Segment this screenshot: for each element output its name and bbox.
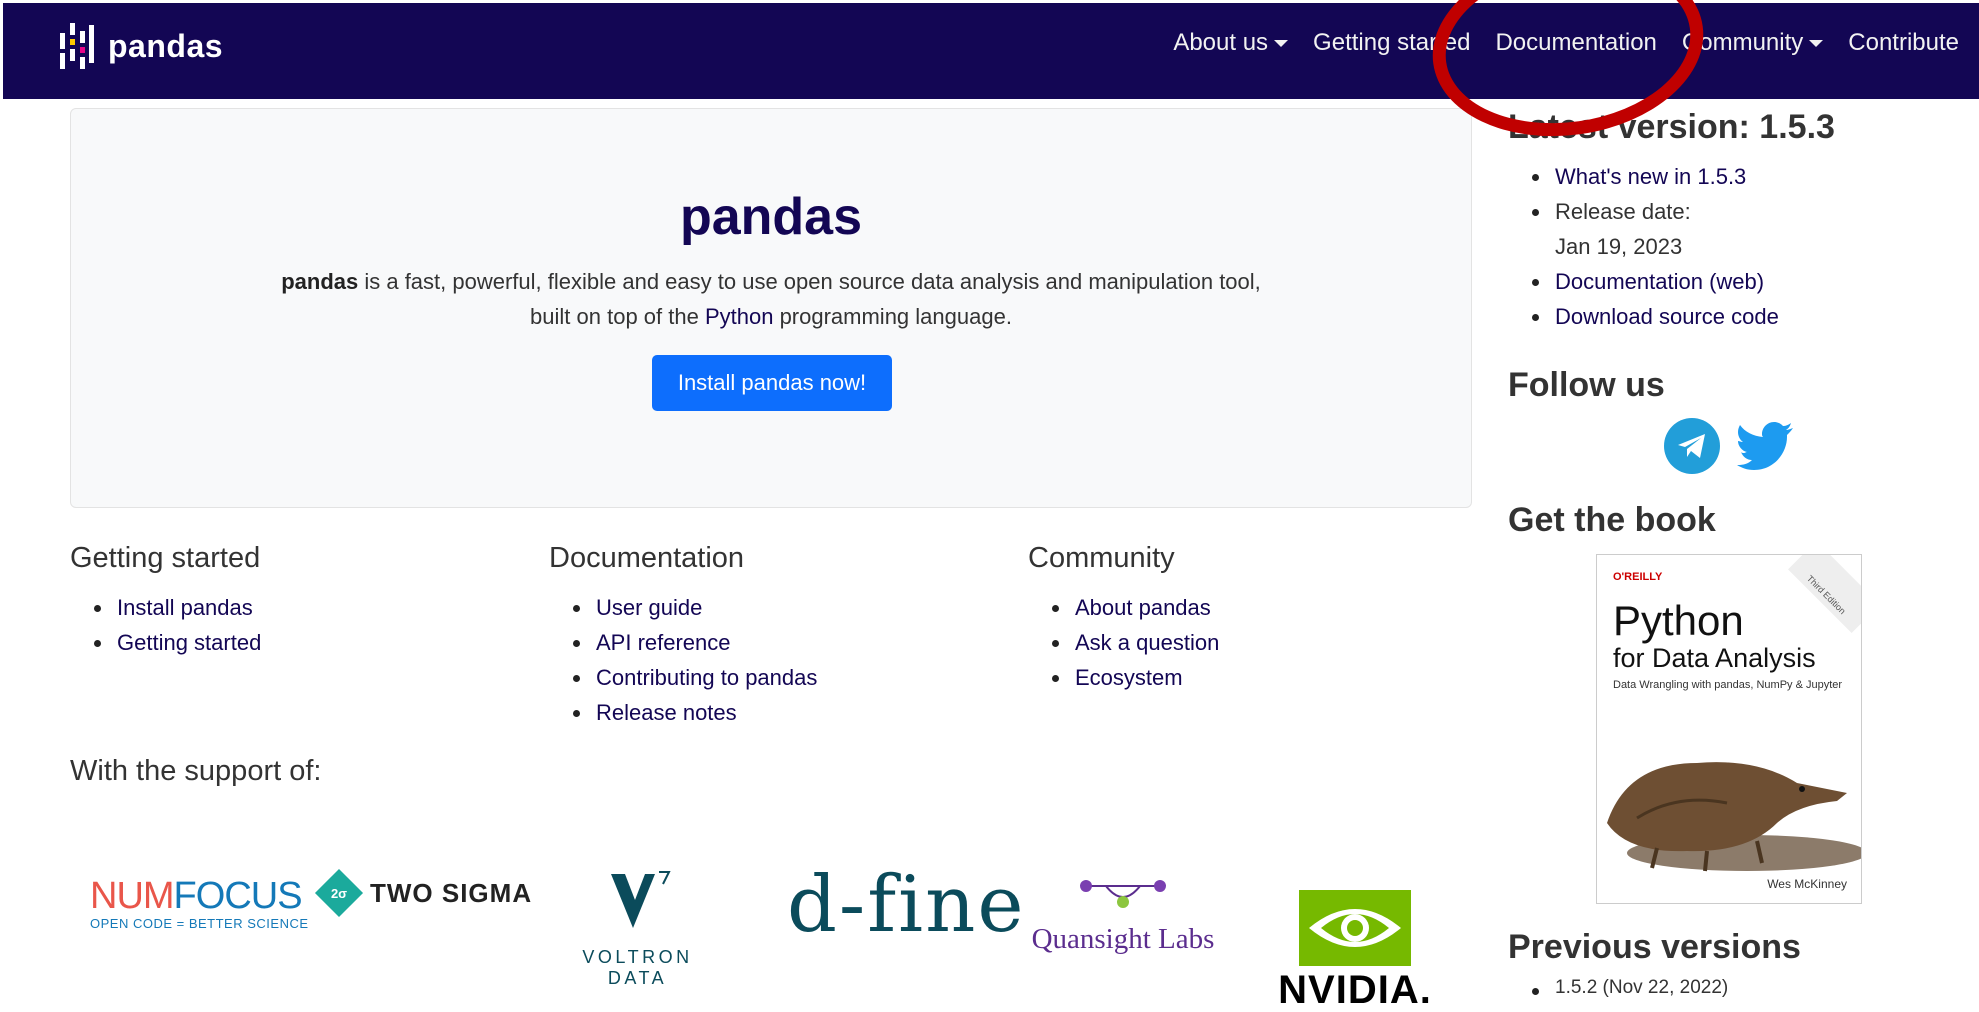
voltron-data-icon [610,871,671,928]
twitter-icon[interactable] [1736,418,1796,474]
community-list: About pandas Ask a question Ecosystem [1028,590,1219,695]
link-release-notes[interactable]: Release notes [549,695,817,730]
social-links [1664,418,1796,474]
pandas-logo-icon [60,23,94,69]
release-date-label: Release date: [1555,199,1691,224]
book-author: Wes McKinney [1767,877,1847,891]
follow-us-heading: Follow us [1508,366,1665,404]
latest-version-section: Latest version: 1.5.3 What's new in 1.5.… [1508,108,1835,334]
nvidia-eye-icon [1299,890,1411,966]
link-download-source[interactable]: Download source code [1508,299,1835,334]
nvidia-logo[interactable]: NVIDIA. [1275,890,1435,1012]
documentation-heading: Documentation [549,542,745,574]
previous-version-item[interactable]: 1.5.2 (Nov 22, 2022) [1508,973,1801,1003]
link-user-guide[interactable]: User guide [549,590,817,625]
shrew-illustration-icon [1607,762,1861,872]
get-book-heading: Get the book [1508,501,1716,539]
quansight-labs-name: Quansight Labs [1031,923,1215,955]
voltron-data-logo[interactable]: VOLTRON DATA [555,870,720,989]
book-title-python: Python [1613,597,1744,644]
book-publisher: O'REILLY [1613,571,1663,583]
book-title-rest: for Data Analysis [1613,643,1816,673]
hero-desc-part1: is a fast, powerful, flexible and easy t… [358,269,1261,294]
community-section: Community About pandas Ask a question Ec… [1028,542,1219,695]
nav-about-us[interactable]: About us [1173,29,1289,57]
quansight-labs-logo[interactable]: Quansight Labs [1028,878,1218,956]
previous-versions-list: 1.5.2 (Nov 22, 2022) [1508,973,1801,1003]
previous-versions-section: Previous versions 1.5.2 (Nov 22, 2022) [1508,928,1801,1003]
brand-name: pandas [108,27,224,64]
release-date-item: Release date: Jan 19, 2023 [1508,194,1835,264]
getting-started-list: Install pandas Getting started [70,590,261,660]
quansight-icon [1080,880,1166,908]
link-documentation-web[interactable]: Documentation (web) [1508,264,1835,299]
book-subtitle: Data Wrangling with pandas, NumPy & Jupy… [1613,679,1843,691]
hero-desc-part2: built on top of the [530,304,705,329]
hero-description: pandas is a fast, powerful, flexible and… [71,264,1471,334]
hero-jumbotron: pandas pandas is a fast, powerful, flexi… [70,108,1472,508]
telegram-icon[interactable] [1664,418,1720,474]
previous-versions-heading: Previous versions [1508,928,1801,966]
follow-us-section: Follow us [1508,366,1665,405]
chevron-down-icon [1274,39,1289,47]
python-link[interactable]: Python [705,304,774,329]
book-cover[interactable]: O'REILLY Third Edition Python for Data A… [1596,554,1862,904]
get-book-section: Get the book [1508,501,1716,540]
hero-desc-bold: pandas [281,269,359,294]
numfocus-num: NUM [90,875,175,917]
numfocus-logo[interactable]: NUMFOCUS OPEN CODE = BETTER SCIENCE [90,875,309,931]
nvidia-name: NVIDIA. [1278,968,1432,1012]
release-date-value: Jan 19, 2023 [1555,234,1683,259]
two-sigma-icon-text: 2σ [330,885,348,901]
link-install-pandas[interactable]: Install pandas [70,590,261,625]
support-heading: With the support of: [70,755,322,787]
link-about-pandas[interactable]: About pandas [1028,590,1219,625]
numfocus-tagline: OPEN CODE = BETTER SCIENCE [90,916,309,931]
link-getting-started[interactable]: Getting started [70,625,261,660]
voltron-data-name: VOLTRON DATA [582,947,693,988]
numfocus-focus: FOCUS [173,875,303,917]
nav-contribute[interactable]: Contribute [1848,29,1959,57]
chevron-down-icon [1809,39,1824,47]
two-sigma-logo[interactable]: 2σ TWO SIGMA [314,868,533,918]
getting-started-heading: Getting started [70,542,261,574]
link-ecosystem[interactable]: Ecosystem [1028,660,1219,695]
getting-started-section: Getting started Install pandas Getting s… [70,542,261,660]
hero-desc-part3: programming language. [773,304,1012,329]
link-whats-new[interactable]: What's new in 1.5.3 [1508,159,1835,194]
numfocus-wordmark: NUMFOCUS [90,875,309,918]
two-sigma-diamond-icon: 2σ [314,868,364,918]
link-ask-question[interactable]: Ask a question [1028,625,1219,660]
documentation-section: Documentation User guide API reference C… [549,542,817,730]
community-heading: Community [1028,542,1175,574]
hero-title: pandas [679,188,863,246]
two-sigma-name: TWO SIGMA [370,877,533,908]
link-api-reference[interactable]: API reference [549,625,817,660]
documentation-list: User guide API reference Contributing to… [549,590,817,730]
nav-about-us-label: About us [1173,29,1269,56]
install-pandas-button[interactable]: Install pandas now! [652,355,892,411]
book-edition: Third Edition [1788,555,1861,633]
latest-version-list: What's new in 1.5.3 Release date: Jan 19… [1508,159,1835,334]
link-contributing[interactable]: Contributing to pandas [549,660,817,695]
brand-link[interactable]: pandas [60,23,223,69]
nav-contribute-label: Contribute [1848,29,1959,56]
d-fine-logo[interactable]: d-fine [787,860,1026,950]
